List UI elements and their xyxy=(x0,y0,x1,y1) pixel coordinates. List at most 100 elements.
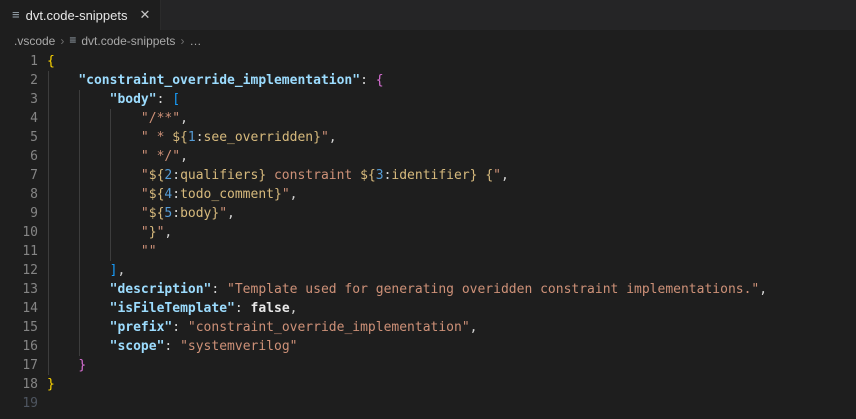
line-number: 13 xyxy=(22,282,38,297)
line-content: "body": [ xyxy=(38,90,180,109)
breadcrumb-file[interactable]: dvt.code-snippets xyxy=(81,34,175,48)
tab-bar: ≡ dvt.code-snippets ✕ xyxy=(0,0,856,30)
line-number: 17 xyxy=(22,358,38,373)
breadcrumb-folder[interactable]: .vscode xyxy=(14,34,55,48)
token-str: " xyxy=(219,206,228,221)
token-pn xyxy=(47,339,110,354)
token-str: " xyxy=(493,168,501,183)
code-line[interactable]: 12 ], xyxy=(0,261,856,280)
token-ph: ${ xyxy=(148,206,165,221)
code-line[interactable]: 3 "body": [ xyxy=(0,90,856,109)
code-line[interactable]: 1{ xyxy=(0,52,856,71)
token-pn: : xyxy=(172,187,181,202)
line-content: "prefix": "constraint_override_implement… xyxy=(38,318,478,337)
code-line[interactable]: 11 "" xyxy=(0,242,856,261)
close-tab-icon[interactable]: ✕ xyxy=(140,7,151,23)
token-pn xyxy=(47,168,141,183)
line-number: 19 xyxy=(22,396,38,411)
token-pn: , xyxy=(180,149,188,164)
token-pn: , xyxy=(500,168,509,183)
token-str: constraint xyxy=(266,168,361,183)
code-line[interactable]: 18} xyxy=(0,375,856,394)
token-str: " xyxy=(140,206,149,221)
token-key: "scope" xyxy=(109,339,165,354)
code-line[interactable]: 19 xyxy=(0,394,856,413)
line-content: "${2:qualifiers} constraint ${3:identifi… xyxy=(38,166,509,185)
line-number: 16 xyxy=(22,339,38,354)
line-number: 8 xyxy=(30,187,38,202)
line-content: "description": "Template used for genera… xyxy=(38,280,767,299)
token-str: " xyxy=(281,187,290,202)
token-pn: : xyxy=(172,320,188,335)
code-line[interactable]: 7 "${2:qualifiers} constraint ${3:identi… xyxy=(0,166,856,185)
snippet-file-icon: ≡ xyxy=(69,33,77,47)
breadcrumb-symbol-ellipsis[interactable]: … xyxy=(189,34,201,48)
token-pn: , xyxy=(117,263,126,278)
token-ph: { xyxy=(485,168,494,183)
code-line[interactable]: 17 } xyxy=(0,356,856,375)
token-pn xyxy=(47,130,141,145)
token-pn xyxy=(47,73,78,88)
line-content: } xyxy=(38,375,55,394)
token-pn xyxy=(47,111,141,126)
code-line[interactable]: 5 " * ${1:see_overridden}", xyxy=(0,128,856,147)
code-line[interactable]: 6 " */", xyxy=(0,147,856,166)
code-line[interactable]: 15 "prefix": "constraint_override_implem… xyxy=(0,318,856,337)
line-content: "" xyxy=(38,242,157,261)
token-pn: : xyxy=(360,73,376,88)
token-b2: { xyxy=(375,73,384,88)
token-str: " xyxy=(140,168,149,183)
token-phn: 3 xyxy=(375,168,384,183)
code-line[interactable]: 4 "/**", xyxy=(0,109,856,128)
code-lines: 1{2 "constraint_override_implementation"… xyxy=(0,52,856,413)
token-ph: qualifiers} xyxy=(180,168,267,183)
token-pn: : xyxy=(172,206,181,221)
code-line[interactable]: 14 "isFileTemplate": false, xyxy=(0,299,856,318)
tab-dvt-code-snippets[interactable]: ≡ dvt.code-snippets ✕ xyxy=(0,0,162,30)
token-pn xyxy=(47,244,141,259)
token-pn xyxy=(47,358,78,373)
line-content: " * ${1:see_overridden}", xyxy=(38,128,337,147)
code-editor[interactable]: 1{2 "constraint_override_implementation"… xyxy=(0,52,856,419)
token-pn xyxy=(47,320,110,335)
token-pn xyxy=(47,263,110,278)
token-pn: , xyxy=(289,187,298,202)
token-str: " xyxy=(140,187,149,202)
code-line[interactable]: 8 "${4:todo_comment}", xyxy=(0,185,856,204)
token-pn: , xyxy=(289,301,298,316)
snippet-file-icon: ≡ xyxy=(12,6,20,22)
token-ph: ${ xyxy=(360,168,376,183)
code-line[interactable]: 16 "scope": "systemverilog" xyxy=(0,337,856,356)
token-pn: : xyxy=(164,339,181,354)
token-b1: } xyxy=(47,377,55,392)
token-str: "constraint_override_implementation" xyxy=(187,320,470,335)
code-line[interactable]: 2 "constraint_override_implementation": … xyxy=(0,71,856,90)
token-pn: : xyxy=(195,130,204,145)
token-pn xyxy=(47,92,110,107)
token-pn xyxy=(47,206,141,221)
chevron-right-icon: › xyxy=(60,34,65,48)
token-str: "systemverilog" xyxy=(180,339,298,354)
token-b1: { xyxy=(47,54,55,69)
line-content: "${5:body}", xyxy=(38,204,235,223)
token-ph: } xyxy=(148,225,157,240)
line-number: 15 xyxy=(22,320,38,335)
token-str: " xyxy=(320,130,329,145)
code-line[interactable]: 10 "}", xyxy=(0,223,856,242)
token-pn xyxy=(47,225,141,240)
line-number: 10 xyxy=(22,225,38,240)
line-content: "}", xyxy=(38,223,172,242)
token-pn: , xyxy=(227,206,235,221)
token-ph: body} xyxy=(180,206,220,221)
token-str: "Template used for generating overidden … xyxy=(227,282,760,297)
token-ph: } xyxy=(313,130,321,145)
token-b3: [ xyxy=(172,92,181,107)
token-str: "" xyxy=(140,244,157,259)
line-number: 7 xyxy=(30,168,38,183)
code-line[interactable]: 13 "description": "Template used for gen… xyxy=(0,280,856,299)
code-line[interactable]: 9 "${5:body}", xyxy=(0,204,856,223)
token-pn: : xyxy=(211,282,228,297)
token-pn: : xyxy=(156,92,173,107)
token-pn xyxy=(47,149,141,164)
line-number: 6 xyxy=(30,149,38,164)
